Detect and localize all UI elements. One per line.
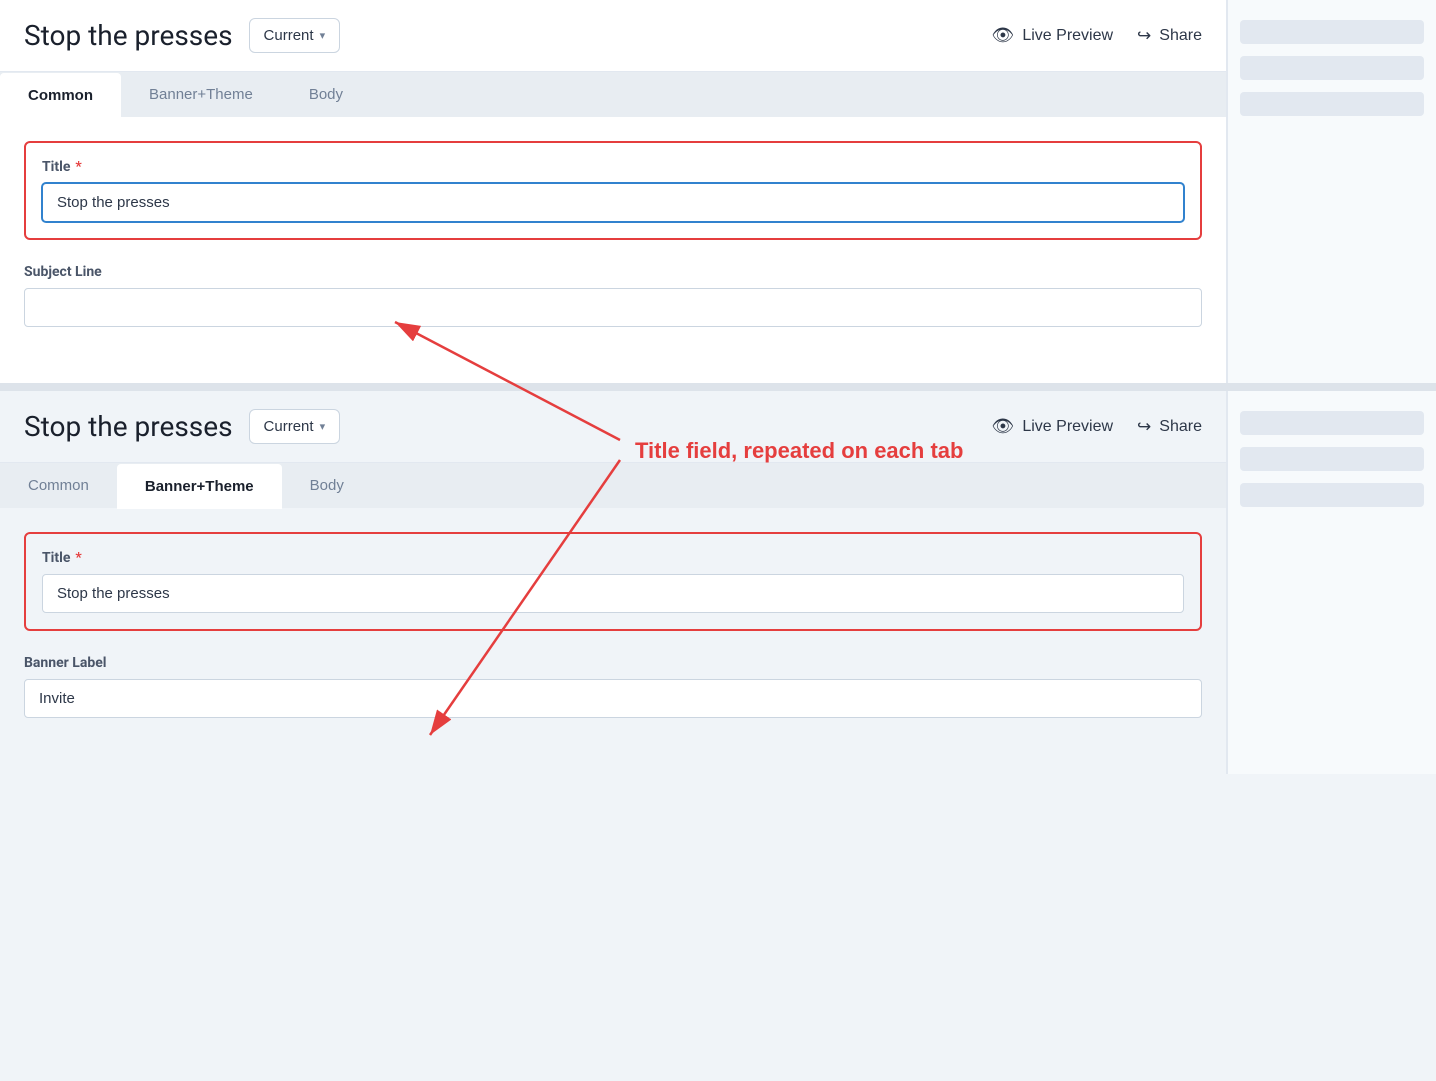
share-icon: ↪ (1137, 26, 1151, 46)
tab-body-2[interactable]: Body (282, 463, 372, 508)
section2-version-chevron: ▾ (320, 420, 326, 433)
section1-header-right: 👁 Live Preview ↪ Share (991, 25, 1202, 46)
section2-right-stub-1 (1240, 411, 1424, 435)
section1: Stop the presses Current ▾ 👁 Live Previe… (0, 0, 1436, 383)
section1-title-highlighted-section: Title * (24, 141, 1202, 240)
section1-title-required: * (75, 159, 81, 175)
section1-subject-line-group: Subject Line (24, 264, 1202, 327)
section2-tabs-bar: Common Banner+Theme Body (0, 463, 1226, 508)
section1-right-stub-1 (1240, 20, 1424, 44)
section1-subject-line-label: Subject Line (24, 264, 1202, 280)
section1-share-label: Share (1159, 27, 1202, 45)
section1-subject-line-input[interactable] (24, 288, 1202, 327)
section1-form: Title * Subject Line (0, 117, 1226, 383)
section1-live-preview-button[interactable]: 👁 Live Preview (991, 25, 1113, 46)
section2-banner-label-input[interactable] (24, 679, 1202, 718)
section2-banner-label-group: Banner Label (24, 655, 1202, 718)
section2-version-button[interactable]: Current ▾ (249, 409, 341, 444)
section2-header-right: 👁 Live Preview ↪ Share (991, 416, 1202, 437)
section2-right-panel (1226, 391, 1436, 774)
eye-icon-2: 👁 (991, 416, 1014, 437)
tab-body-1[interactable]: Body (281, 72, 371, 117)
share-icon-2: ↪ (1137, 417, 1151, 437)
full-page: Title field, repeated on each tab Stop t… (0, 0, 1436, 774)
section2: Stop the presses Current ▾ 👁 Live Previe… (0, 391, 1436, 774)
section1-version-label: Current (264, 27, 314, 44)
section2-title-label: Title * (42, 550, 1184, 566)
section-divider (0, 383, 1436, 391)
section2-banner-label-label: Banner Label (24, 655, 1202, 671)
section1-right-stub-3 (1240, 92, 1424, 116)
section1-right-stub-2 (1240, 56, 1424, 80)
section2-title-input[interactable] (42, 574, 1184, 613)
section2-version-label: Current (264, 418, 314, 435)
section2-share-label: Share (1159, 418, 1202, 436)
section1-right-panel (1226, 0, 1436, 383)
section2-right-stub-3 (1240, 483, 1424, 507)
section2-header: Stop the presses Current ▾ 👁 Live Previe… (0, 391, 1226, 463)
section2-right-stub-2 (1240, 447, 1424, 471)
section2-share-button[interactable]: ↪ Share (1137, 417, 1202, 437)
section1-title-input[interactable] (42, 183, 1184, 222)
section1-version-chevron: ▾ (320, 29, 326, 42)
section1-share-button[interactable]: ↪ Share (1137, 26, 1202, 46)
section1-header: Stop the presses Current ▾ 👁 Live Previe… (0, 0, 1226, 72)
section1-title-label: Title * (42, 159, 1184, 175)
tab-common-1[interactable]: Common (0, 73, 121, 118)
tab-banner-theme-2[interactable]: Banner+Theme (117, 464, 282, 509)
section2-live-preview-button[interactable]: 👁 Live Preview (991, 416, 1113, 437)
tab-common-2[interactable]: Common (0, 463, 117, 508)
section2-form: Title * Banner Label (0, 508, 1226, 774)
section2-title-required: * (75, 550, 81, 566)
section1-live-preview-label: Live Preview (1022, 27, 1113, 45)
section2-page-title: Stop the presses (24, 410, 233, 443)
section1-page-title: Stop the presses (24, 19, 233, 52)
tab-banner-theme-1[interactable]: Banner+Theme (121, 72, 281, 117)
section1-version-button[interactable]: Current ▾ (249, 18, 341, 53)
section2-live-preview-label: Live Preview (1022, 418, 1113, 436)
section1-tabs-bar: Common Banner+Theme Body (0, 72, 1226, 117)
section2-title-highlighted-section: Title * (24, 532, 1202, 631)
eye-icon: 👁 (991, 25, 1014, 46)
